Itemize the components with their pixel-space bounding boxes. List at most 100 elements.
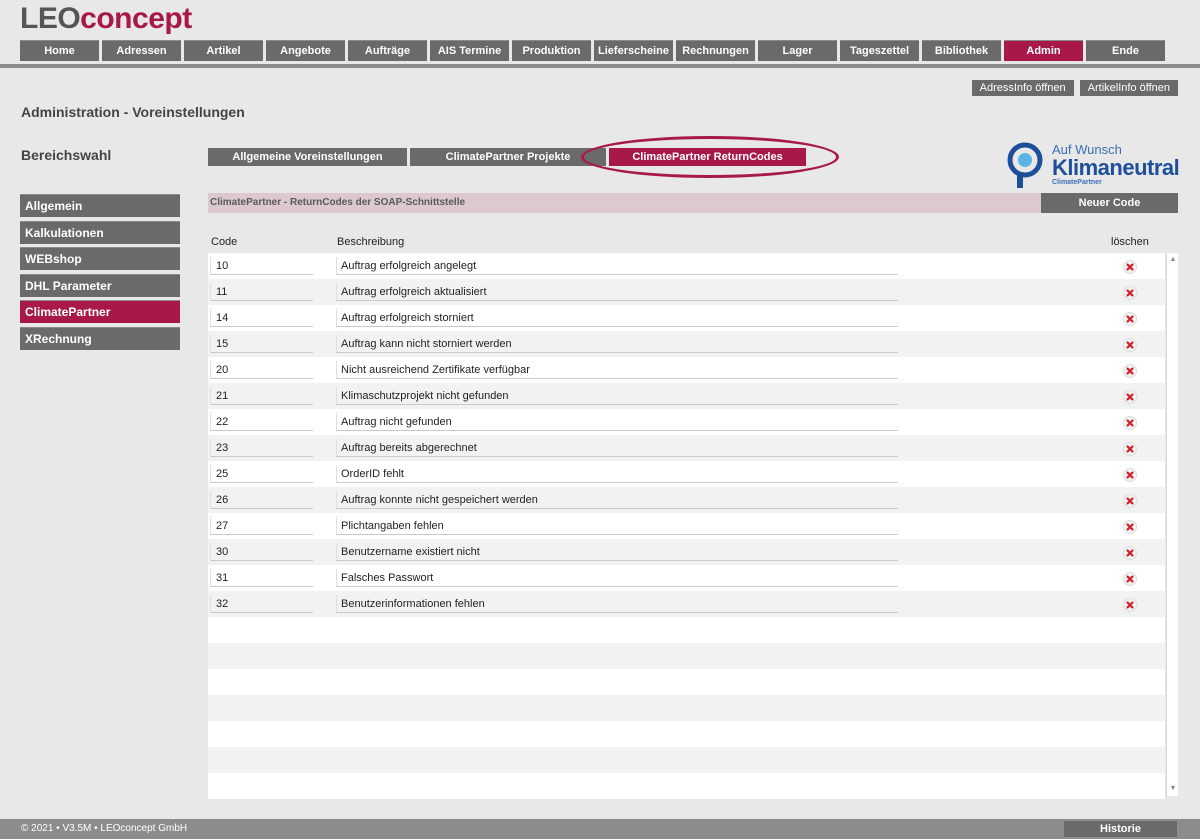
delete-icon[interactable] (1123, 364, 1137, 378)
table-row (208, 721, 1165, 747)
table-row: 22 Auftrag nicht gefunden (208, 409, 1165, 435)
description-input[interactable]: Auftrag erfolgreich angelegt (336, 257, 898, 275)
table-row (208, 643, 1165, 669)
description-input[interactable]: Nicht ausreichend Zertifikate verfügbar (336, 361, 898, 379)
description-input[interactable]: Auftrag erfolgreich storniert (336, 309, 898, 327)
column-header-delete: löschen (1111, 236, 1149, 248)
code-input[interactable]: 31 (210, 569, 313, 587)
returncodes-table: 10 Auftrag erfolgreich angelegt 11 Auftrag … (208, 253, 1165, 799)
nav-tageszettel[interactable]: Tageszettel (840, 40, 919, 61)
climatepartner-icon (1007, 142, 1043, 188)
code-input[interactable]: 25 (210, 465, 313, 483)
app-logo: LEOconcept (20, 2, 192, 36)
delete-icon[interactable] (1123, 286, 1137, 300)
code-input[interactable]: 15 (210, 335, 313, 353)
nav-produktion[interactable]: Produktion (512, 40, 591, 61)
code-input[interactable]: 22 (210, 413, 313, 431)
tab-climatepartner-projects[interactable]: ClimatePartner Projekte (410, 148, 606, 166)
table-row: 32 Benutzerinformationen fehlen (208, 591, 1165, 617)
sidebar-item-xrechnung[interactable]: XRechnung (20, 326, 180, 350)
description-input[interactable]: Benutzerinformationen fehlen (336, 595, 898, 613)
code-input[interactable]: 23 (210, 439, 313, 457)
description-input[interactable]: Auftrag kann nicht storniert werden (336, 335, 898, 353)
delete-icon[interactable] (1123, 520, 1137, 534)
delete-icon[interactable] (1123, 572, 1137, 586)
section-header: ClimatePartner - ReturnCodes der SOAP-Sc… (208, 193, 1178, 213)
new-code-button[interactable]: Neuer Code (1041, 193, 1178, 213)
description-input[interactable]: Auftrag bereits abgerechnet (336, 439, 898, 457)
tab-climatepartner-returncodes[interactable]: ClimatePartner ReturnCodes (609, 148, 806, 166)
brand-line3: ClimatePartner (1052, 179, 1102, 186)
sidebar-item-dhl-parameter[interactable]: DHL Parameter (20, 273, 180, 297)
delete-icon[interactable] (1123, 260, 1137, 274)
code-input[interactable]: 32 (210, 595, 313, 613)
column-header-code: Code (211, 236, 238, 248)
nav-ende[interactable]: Ende (1086, 40, 1165, 61)
nav-lieferscheine[interactable]: Lieferscheine (594, 40, 673, 61)
delete-icon[interactable] (1123, 598, 1137, 612)
table-row: 23 Auftrag bereits abgerechnet (208, 435, 1165, 461)
delete-icon[interactable] (1123, 494, 1137, 508)
code-input[interactable]: 11 (210, 283, 313, 301)
table-row: 21 Klimaschutzprojekt nicht gefunden (208, 383, 1165, 409)
artikelinfo-open-button[interactable]: ArtikelInfo öffnen (1079, 80, 1178, 96)
table-row: 27 Plichtangaben fehlen (208, 513, 1165, 539)
nav-admin[interactable]: Admin (1004, 40, 1083, 61)
delete-icon[interactable] (1123, 468, 1137, 482)
code-input[interactable]: 21 (210, 387, 313, 405)
description-input[interactable]: Plichtangaben fehlen (336, 517, 898, 535)
table-row: 25 OrderID fehlt (208, 461, 1165, 487)
code-input[interactable]: 30 (210, 543, 313, 561)
table-row: 30 Benutzername existiert nicht (208, 539, 1165, 565)
sidebar-item-kalkulationen[interactable]: Kalkulationen (20, 220, 180, 244)
climatepartner-logo: Auf Wunsch Klimaneutral ClimatePartner (1005, 142, 1180, 190)
code-input[interactable]: 27 (210, 517, 313, 535)
sidebar-item-allgemein[interactable]: Allgemein (20, 194, 180, 217)
description-input[interactable]: Benutzername existiert nicht (336, 543, 898, 561)
delete-icon[interactable] (1123, 546, 1137, 560)
description-input[interactable]: Klimaschutzprojekt nicht gefunden (336, 387, 898, 405)
delete-icon[interactable] (1123, 312, 1137, 326)
table-row (208, 773, 1165, 799)
description-input[interactable]: Auftrag konnte nicht gespeichert werden (336, 491, 898, 509)
scroll-up-icon[interactable]: ▲ (1168, 255, 1178, 265)
delete-icon[interactable] (1123, 416, 1137, 430)
code-input[interactable]: 20 (210, 361, 313, 379)
brand-line2: Klimaneutral (1052, 155, 1180, 180)
nav-auftraege[interactable]: Aufträge (348, 40, 427, 61)
table-row: 20 Nicht ausreichend Zertifikate verfügba… (208, 357, 1165, 383)
description-input[interactable]: Auftrag nicht gefunden (336, 413, 898, 431)
page-title: Administration - Voreinstellungen (21, 104, 245, 120)
nav-rechnungen[interactable]: Rechnungen (676, 40, 755, 61)
adressinfo-open-button[interactable]: AdressInfo öffnen (971, 80, 1074, 96)
section-header-label: ClimatePartner - ReturnCodes der SOAP-Sc… (210, 197, 466, 208)
code-input[interactable]: 14 (210, 309, 313, 327)
delete-icon[interactable] (1123, 338, 1137, 352)
delete-icon[interactable] (1123, 442, 1137, 456)
nav-adressen[interactable]: Adressen (102, 40, 181, 61)
table-row (208, 669, 1165, 695)
tab-general-settings[interactable]: Allgemeine Voreinstellungen (208, 148, 407, 166)
table-row: 26 Auftrag konnte nicht gespeichert werde… (208, 487, 1165, 513)
nav-angebote[interactable]: Angebote (266, 40, 345, 61)
description-input[interactable]: Falsches Passwort (336, 569, 898, 587)
nav-bibliothek[interactable]: Bibliothek (922, 40, 1001, 61)
delete-icon[interactable] (1123, 390, 1137, 404)
code-input[interactable]: 26 (210, 491, 313, 509)
history-button[interactable]: Historie (1064, 821, 1177, 837)
code-input[interactable]: 10 (210, 257, 313, 275)
nav-ais-termine[interactable]: AIS Termine (430, 40, 509, 61)
table-row (208, 747, 1165, 773)
nav-lager[interactable]: Lager (758, 40, 837, 61)
nav-divider (0, 64, 1200, 68)
table-row: 10 Auftrag erfolgreich angelegt (208, 253, 1165, 279)
description-input[interactable]: Auftrag erfolgreich aktualisiert (336, 283, 898, 301)
sidebar-item-climatepartner[interactable]: ClimatePartner (20, 300, 180, 323)
nav-artikel[interactable]: Artikel (184, 40, 263, 61)
description-input[interactable]: OrderID fehlt (336, 465, 898, 483)
scroll-down-icon[interactable]: ▼ (1168, 784, 1178, 794)
table-scrollbar[interactable]: ▲ ▼ (1166, 253, 1178, 796)
sidebar-item-webshop[interactable]: WEBshop (20, 247, 180, 270)
nav-home[interactable]: Home (20, 40, 99, 61)
logo-part-concept: concept (80, 2, 192, 35)
